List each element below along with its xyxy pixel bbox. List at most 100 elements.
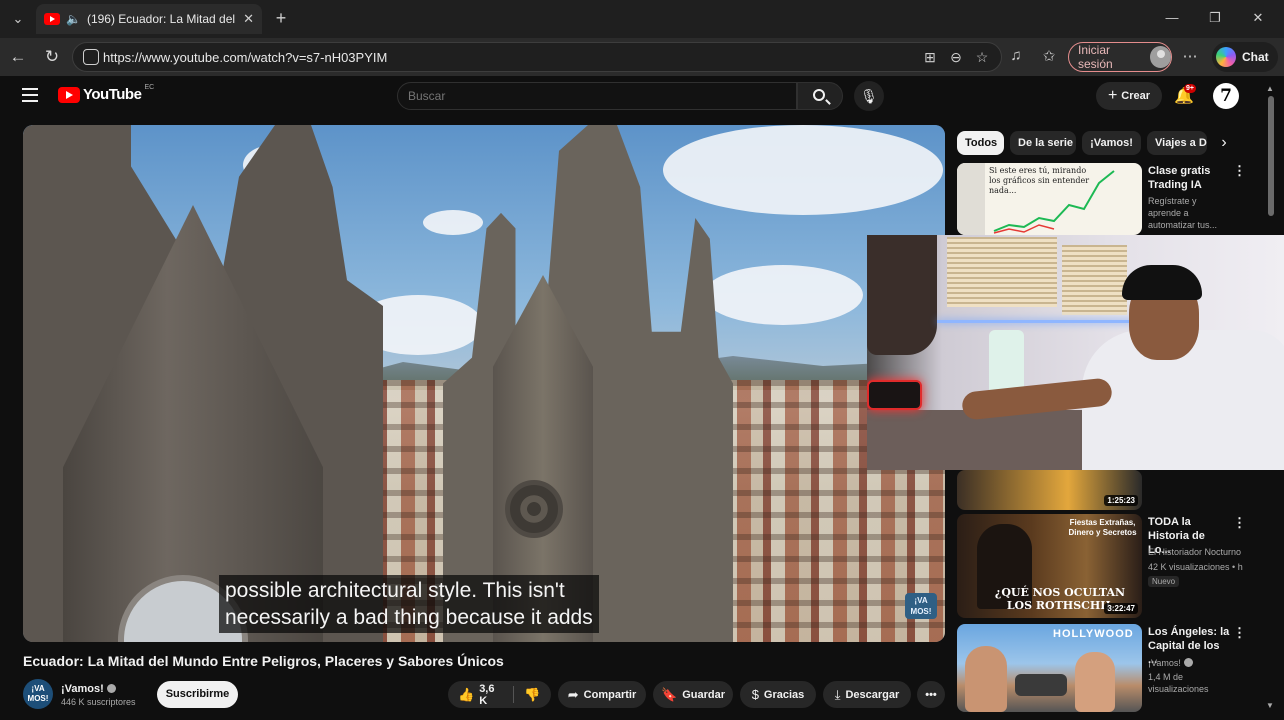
profile-avatar-icon	[1150, 46, 1171, 68]
webcam-person-cap	[1122, 265, 1202, 300]
restore-icon[interactable]: ❐	[1205, 10, 1225, 26]
channel-watermark[interactable]: ¡VA MOS!	[905, 593, 937, 619]
user-channel-avatar[interactable]: 7	[1213, 83, 1239, 109]
settings-more-icon[interactable]: ⋯	[1180, 47, 1200, 65]
menu-icon[interactable]	[22, 88, 38, 102]
ad-thumb-chart-icon	[993, 170, 1115, 234]
rec-views-rothschild: 42 K visualizaciones • h	[1148, 562, 1243, 572]
save-label: Guardar	[682, 688, 725, 701]
chips-next-chevron-icon[interactable]: ›	[1214, 133, 1234, 153]
youtube-masthead: YouTube EC 🎙 + Crear 🔔 9+ 7	[0, 76, 1284, 120]
scrollbar-thumb[interactable]	[1268, 96, 1274, 216]
webcam-overlay	[867, 235, 1284, 470]
webcam-hanging-jacket	[867, 235, 937, 355]
video-player[interactable]: possible architectural style. This isn't…	[23, 125, 945, 642]
tab-title: (196) Ecuador: La Mitad del M	[86, 12, 238, 26]
cloud-shape	[703, 265, 863, 325]
thumb-caption-top: Fiestas Extrañas, Dinero y Secretos	[1068, 518, 1137, 537]
chip-travel[interactable]: Viajes a D	[1147, 131, 1207, 155]
signin-label: Iniciar sesión	[1078, 43, 1113, 71]
download-button[interactable]: ⤓ Descargar	[823, 681, 911, 708]
bookmark-icon: 🔖	[661, 686, 678, 702]
rec-thumbnail-ad[interactable]: Si este eres tú, mirando los gráficos si…	[957, 163, 1142, 235]
voice-search-mic-icon[interactable]: 🎙	[854, 81, 884, 111]
search-button[interactable]	[797, 82, 843, 110]
copilot-chat-label: Chat	[1242, 50, 1269, 64]
rec-duration-3: 3:22:47	[1104, 603, 1138, 614]
more-actions-button[interactable]: •••	[917, 681, 945, 708]
like-count: 3,6 K	[479, 682, 495, 707]
youtube-play-icon	[58, 86, 80, 103]
subtitle-line-1: possible architectural style. This isn't	[225, 579, 565, 602]
cloud-shape	[663, 125, 943, 215]
address-bar[interactable]: https://www.youtube.com/watch?v=s7-nH03P…	[72, 42, 1002, 72]
reload-icon[interactable]: ↻	[41, 46, 63, 68]
subscribe-button[interactable]: Suscribirme	[157, 681, 238, 708]
rec-thumbnail-rothschild[interactable]: Fiestas Extrañas, Dinero y Secretos ¿QUÉ…	[957, 514, 1142, 618]
rec-more-icon[interactable]: ⋮	[1233, 515, 1246, 531]
chip-vamos[interactable]: ¡Vamos!	[1082, 131, 1141, 155]
browser-toolbar: ← ↻ https://www.youtube.com/watch?v=s7-n…	[0, 38, 1284, 76]
thanks-button[interactable]: $ Gracias	[740, 681, 816, 708]
webcam-window-blinds	[1062, 245, 1127, 315]
close-window-icon[interactable]: ✕	[1248, 10, 1268, 26]
rec-channel-rothschild[interactable]: El Historiador Nocturno	[1148, 546, 1246, 558]
scroll-up-arrow-icon[interactable]: ▲	[1266, 84, 1274, 93]
rec-channel-losangeles-text[interactable]: ¡Vamos!	[1148, 658, 1181, 668]
search-box[interactable]	[397, 82, 797, 110]
like-button[interactable]: 👍 3,6 K	[448, 681, 513, 708]
search-input[interactable]	[408, 89, 778, 103]
webcam-bottle	[989, 330, 1024, 395]
thumbs-up-icon: 👍	[458, 686, 475, 702]
signin-button[interactable]: Iniciar sesión	[1068, 42, 1172, 72]
rec-thumbnail-2[interactable]: 1:25:23	[957, 470, 1142, 510]
browser-tab-active[interactable]: 🔈 (196) Ecuador: La Mitad del M ✕	[36, 4, 262, 34]
owner-subscriber-count: 446 K suscriptores	[61, 697, 136, 707]
cloud-shape	[423, 210, 483, 235]
dislike-button[interactable]: 👎	[514, 681, 551, 708]
rec-title-ad[interactable]: Clase gratis Trading IA	[1148, 164, 1230, 192]
webcam-red-light	[867, 380, 922, 410]
rec-more-icon[interactable]: ⋮	[1233, 163, 1246, 179]
rec-duration-2: 1:25:23	[1104, 495, 1138, 506]
share-button[interactable]: ➦ Compartir	[558, 681, 646, 708]
owner-name[interactable]: ¡Vamos!	[61, 683, 116, 695]
rec-views-losangeles: 1,4 M de visualizaciones	[1148, 672, 1209, 694]
download-icon: ⤓	[834, 686, 841, 702]
back-arrow-icon[interactable]: ←	[7, 46, 29, 68]
new-badge: Nuevo	[1148, 576, 1180, 587]
chip-series[interactable]: De la serie	[1010, 131, 1076, 155]
scroll-down-arrow-icon[interactable]: ▼	[1266, 701, 1274, 710]
save-button[interactable]: 🔖 Guardar	[653, 681, 733, 708]
rec-more-icon[interactable]: ⋮	[1233, 625, 1246, 641]
owner-name-text[interactable]: ¡Vamos!	[61, 683, 104, 695]
rec-thumbnail-losangeles[interactable]: HOLLYWOOD	[957, 624, 1142, 712]
notification-count-badge: 9+	[1184, 84, 1196, 93]
new-tab-button[interactable]: +	[270, 8, 292, 29]
media-control-icon[interactable]: ♫	[1006, 47, 1026, 64]
speaker-icon[interactable]: 🔈	[66, 12, 81, 26]
owner-avatar[interactable]: ¡VA MOS!	[23, 679, 53, 709]
zoom-icon[interactable]: ⊖	[947, 49, 965, 66]
webcam-led-strip	[937, 320, 1137, 323]
rec-meta-ad: Regístrate y aprende a automatizar tus..…	[1148, 196, 1218, 230]
favorite-star-icon[interactable]: ☆	[973, 49, 991, 66]
app-available-icon[interactable]: ⊞	[921, 49, 939, 66]
tab-list-chevron-icon[interactable]: ⌄	[6, 8, 30, 30]
create-button[interactable]: + Crear	[1096, 82, 1162, 110]
like-dislike-group: 👍 3,6 K 👎	[448, 681, 551, 708]
thumb-car	[1015, 674, 1067, 696]
chip-all[interactable]: Todos	[957, 131, 1004, 155]
copilot-chat-button[interactable]: Chat	[1212, 42, 1278, 72]
verified-icon	[106, 684, 116, 693]
youtube-logo[interactable]: YouTube EC	[58, 84, 154, 103]
minimize-icon[interactable]: —	[1162, 10, 1182, 25]
plus-icon: +	[1107, 87, 1118, 104]
thumb-person-left	[965, 646, 1007, 712]
create-label: Crear	[1121, 90, 1151, 102]
url-text[interactable]: https://www.youtube.com/watch?v=s7-nH03P…	[103, 50, 387, 65]
tab-close-icon[interactable]: ✕	[243, 11, 254, 27]
favorites-icon[interactable]: ✩	[1039, 47, 1059, 65]
site-info-icon[interactable]	[83, 49, 99, 65]
rec-channel-losangeles[interactable]: ¡Vamos!	[1148, 657, 1246, 669]
